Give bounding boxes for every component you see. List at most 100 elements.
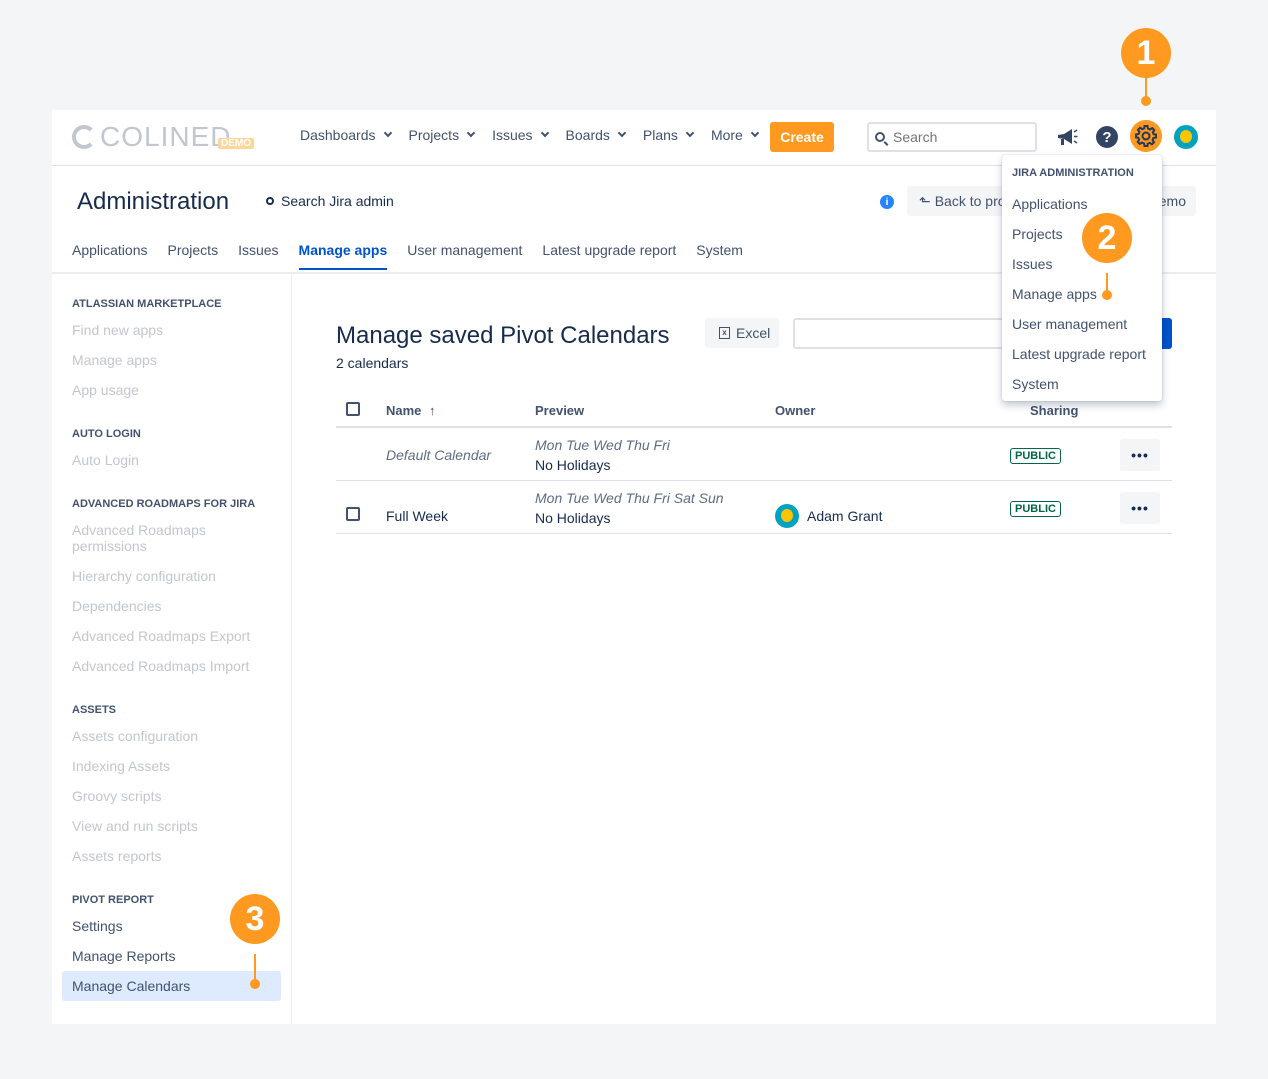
row-divider — [336, 533, 1172, 534]
search-icon — [266, 197, 274, 205]
calendar-name[interactable]: Default Calendar — [386, 447, 491, 463]
column-header-sharing: Sharing — [1030, 403, 1079, 418]
nav-label: Projects — [408, 127, 460, 143]
nav-label: Issues — [492, 127, 533, 143]
column-label: Name — [386, 403, 422, 418]
sidebar-item-manage-reports[interactable]: Manage Reports — [72, 948, 262, 964]
status-badge: PUBLIC — [1010, 501, 1061, 517]
sidebar-heading: ADVANCED ROADMAPS FOR JIRA — [72, 498, 256, 510]
tab-user-management[interactable]: User management — [407, 242, 522, 270]
excel-label: Excel — [736, 325, 771, 341]
admin-search[interactable]: Search Jira admin — [266, 193, 394, 209]
row-divider — [336, 480, 1172, 481]
sidebar-heading: PIVOT REPORT — [72, 894, 154, 906]
excel-export-button[interactable]: x Excel — [705, 318, 779, 348]
more-actions-button[interactable]: ••• — [1120, 439, 1160, 471]
owner-name[interactable]: Adam Grant — [807, 508, 882, 524]
sidebar-heading: ASSETS — [72, 704, 117, 716]
menu-item-latest-upgrade-report[interactable]: Latest upgrade report — [1012, 346, 1146, 362]
preview-holidays: No Holidays — [535, 457, 611, 473]
callout-3: 3 — [230, 894, 280, 944]
tab-latest-upgrade-report[interactable]: Latest upgrade report — [542, 242, 676, 270]
menu-item-manage-apps[interactable]: Manage apps — [1012, 286, 1097, 302]
menu-item-user-management[interactable]: User management — [1012, 316, 1127, 332]
menu-item-issues[interactable]: Issues — [1012, 256, 1052, 272]
admin-search-label: Search Jira admin — [281, 193, 394, 209]
logo[interactable]: COLINED DEMO — [72, 121, 254, 152]
nav-projects[interactable]: Projects — [408, 127, 476, 143]
megaphone-icon[interactable] — [1054, 124, 1080, 150]
nav-boards[interactable]: Boards — [565, 127, 627, 143]
sidebar-item-advanced-roadmaps-export[interactable]: Advanced Roadmaps Export — [72, 628, 262, 644]
tab-manage-apps[interactable]: Manage apps — [298, 242, 388, 270]
nav-label: Plans — [642, 127, 678, 143]
chevron-down-icon — [750, 128, 760, 138]
back-arrow-icon: ⬑ — [919, 192, 931, 209]
logo-mark-icon — [72, 125, 96, 149]
filter-input[interactable] — [793, 318, 1013, 349]
search-box[interactable] — [867, 122, 1037, 152]
sidebar-item-dependencies[interactable]: Dependencies — [72, 598, 262, 614]
help-glyph: ? — [1096, 126, 1118, 148]
sort-ascending-icon: ↑ — [429, 403, 436, 418]
nav-plans[interactable]: Plans — [642, 127, 695, 143]
callout-2: 2 — [1082, 213, 1132, 263]
sidebar-heading: AUTO LOGIN — [72, 428, 141, 440]
sidebar-item-view-and-run-scripts[interactable]: View and run scripts — [72, 818, 262, 834]
excel-icon: x — [719, 327, 730, 339]
logo-text: COLINED — [100, 121, 232, 152]
sidebar-item-find-new-apps[interactable]: Find new apps — [72, 322, 262, 338]
nav-label: Boards — [565, 127, 610, 143]
sidebar-item-auto-login[interactable]: Auto Login — [72, 452, 262, 468]
callout-2-dot — [1102, 290, 1112, 300]
search-input[interactable] — [893, 129, 1023, 145]
preview-days: Mon Tue Wed Thu Fri Sat Sun — [535, 490, 724, 506]
chevron-down-icon — [617, 128, 627, 138]
table-header-divider — [336, 426, 1172, 428]
column-header-owner: Owner — [775, 403, 816, 418]
calendar-name[interactable]: Full Week — [386, 508, 448, 524]
tab-applications[interactable]: Applications — [72, 242, 148, 270]
column-header-name[interactable]: Name ↑ — [386, 403, 436, 418]
nav-issues[interactable]: Issues — [492, 127, 549, 143]
tab-projects[interactable]: Projects — [168, 242, 219, 270]
more-actions-button[interactable]: ••• — [1120, 492, 1160, 524]
sidebar-item-groovy-scripts[interactable]: Groovy scripts — [72, 788, 262, 804]
sidebar-item-app-usage[interactable]: App usage — [72, 382, 262, 398]
user-avatar[interactable] — [1174, 125, 1198, 149]
sidebar-item-manage-apps[interactable]: Manage apps — [72, 352, 262, 368]
menu-item-projects[interactable]: Projects — [1012, 226, 1063, 242]
gear-icon[interactable] — [1130, 120, 1162, 152]
help-icon[interactable]: ? — [1094, 124, 1120, 150]
preview-holidays: No Holidays — [535, 510, 611, 526]
sidebar-item-manage-calendars[interactable]: Manage Calendars — [62, 971, 281, 1001]
chevron-down-icon — [383, 128, 392, 138]
sidebar-heading: ATLASSIAN MARKETPLACE — [72, 298, 222, 310]
info-icon[interactable]: i — [880, 195, 894, 209]
select-all-checkbox[interactable] — [346, 402, 360, 416]
create-button[interactable]: Create — [770, 122, 834, 152]
sidebar-item-assets-configuration[interactable]: Assets configuration — [72, 728, 262, 744]
tab-system[interactable]: System — [696, 242, 743, 270]
callout-3-dot — [250, 979, 260, 989]
sidebar-item-indexing-assets[interactable]: Indexing Assets — [72, 758, 262, 774]
nav-dashboards[interactable]: Dashboards — [300, 127, 392, 143]
nav-items: Dashboards Projects Issues Boards Plans … — [300, 127, 776, 143]
column-header-preview: Preview — [535, 403, 585, 418]
nav-label: More — [710, 127, 743, 143]
callout-3-line — [254, 954, 256, 980]
sidebar-item-advanced-roadmaps-permissions[interactable]: Advanced Roadmaps permissions — [72, 522, 262, 554]
main-title: Manage saved Pivot Calendars — [336, 322, 670, 349]
owner-avatar — [775, 504, 799, 528]
tab-issues[interactable]: Issues — [238, 242, 278, 270]
search-icon — [875, 132, 885, 142]
menu-item-system[interactable]: System — [1012, 376, 1059, 392]
sidebar-item-assets-reports[interactable]: Assets reports — [72, 848, 262, 864]
row-checkbox[interactable] — [346, 507, 360, 521]
jira-administration-menu: JIRA ADMINISTRATION Applications Project… — [1002, 155, 1162, 401]
sidebar-item-advanced-roadmaps-import[interactable]: Advanced Roadmaps Import — [72, 658, 262, 674]
sidebar-item-hierarchy-configuration[interactable]: Hierarchy configuration — [72, 568, 262, 584]
back-to-project-button[interactable]: ⬑ Back to pro — [907, 186, 1007, 216]
menu-item-applications[interactable]: Applications — [1012, 196, 1088, 212]
nav-more[interactable]: More — [710, 127, 760, 143]
